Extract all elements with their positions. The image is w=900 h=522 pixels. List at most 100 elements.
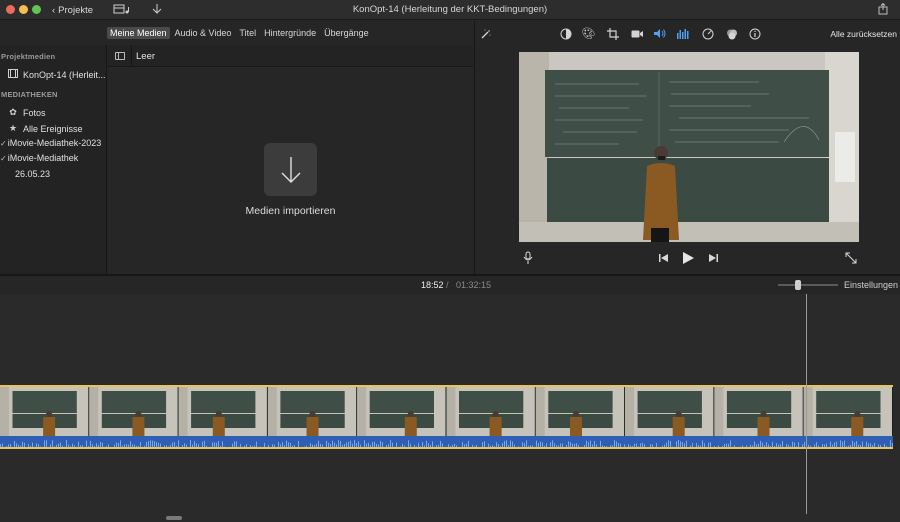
waveform-bar	[130, 441, 131, 447]
waveform-bar	[398, 446, 399, 447]
tab-backgrounds[interactable]: Hintergründe	[261, 27, 319, 39]
waveform-bar	[494, 446, 495, 447]
waveform-bar	[400, 446, 401, 447]
waveform-bar	[744, 447, 745, 449]
waveform-bar	[162, 448, 163, 449]
waveform-bar	[180, 448, 181, 449]
waveform-bar	[194, 441, 195, 447]
waveform-bar	[574, 443, 575, 447]
waveform-bar	[622, 448, 623, 449]
color-balance-icon[interactable]	[559, 27, 572, 40]
microphone-icon[interactable]	[523, 251, 533, 268]
waveform-bar	[844, 440, 845, 447]
sidebar-item-event-date[interactable]: 26.05.23	[15, 169, 50, 179]
fullscreen-icon[interactable]	[845, 252, 857, 267]
waveform-bar	[480, 446, 481, 447]
import-media-label[interactable]: Medien importieren	[108, 205, 473, 217]
skip-forward-icon[interactable]	[708, 253, 718, 266]
waveform-bar	[394, 446, 395, 447]
waveform-bar	[700, 445, 701, 447]
waveform-bar	[164, 445, 165, 447]
equalizer-icon[interactable]	[677, 27, 690, 40]
sidebar-item-library[interactable]: ✓ iMovie-Mediathek	[0, 153, 78, 163]
timeline[interactable]	[0, 294, 900, 522]
waveform-bar	[658, 447, 659, 449]
waveform-bar	[706, 446, 707, 447]
waveform-bar	[452, 444, 453, 447]
palette-icon[interactable]: 🎨︎	[582, 27, 596, 40]
waveform-bar	[440, 440, 441, 447]
waveform-bar	[608, 448, 609, 449]
waveform-bar	[192, 444, 193, 447]
reset-all-button[interactable]: Alle zurücksetzen	[830, 29, 897, 39]
waveform-bar	[818, 445, 819, 447]
waveform-bar	[488, 443, 489, 447]
camera-stabilization-icon[interactable]	[630, 27, 643, 40]
waveform-bar	[266, 447, 267, 449]
waveform-bar	[528, 445, 529, 447]
crop-icon[interactable]	[606, 27, 619, 40]
sidebar-toggle-icon[interactable]	[115, 52, 125, 60]
share-icon[interactable]	[878, 2, 888, 18]
waveform-bar	[858, 444, 859, 447]
check-icon: ✓	[0, 138, 7, 148]
timeline-zoom-slider[interactable]	[778, 280, 838, 290]
waveform-bar	[74, 445, 75, 447]
sidebar-item-label: 26.05.23	[15, 169, 51, 179]
skip-back-icon[interactable]	[659, 253, 669, 266]
waveform-bar	[190, 440, 191, 447]
waveform-bar	[810, 445, 811, 447]
waveform-bar	[872, 445, 873, 447]
clip-frame	[625, 387, 714, 436]
waveform-bar	[242, 448, 243, 449]
waveform-bar	[420, 446, 421, 447]
waveform-bar	[456, 445, 457, 447]
waveform-bar	[88, 446, 89, 447]
horizontal-scrollbar[interactable]	[166, 516, 182, 520]
waveform-bar	[538, 443, 539, 447]
sidebar-item-library-2023[interactable]: ✓ iMovie-Mediathek-2023	[0, 138, 101, 148]
waveform-bar	[366, 443, 367, 447]
tab-transitions[interactable]: Übergänge	[321, 27, 372, 39]
waveform-bar	[390, 440, 391, 447]
waveform-bar	[50, 444, 51, 447]
waveform-bar	[306, 445, 307, 447]
lecture-video-frame	[519, 52, 859, 242]
filter-icon[interactable]	[725, 27, 738, 40]
waveform-bar	[788, 444, 789, 447]
import-media-button[interactable]	[264, 143, 317, 196]
playhead[interactable]	[806, 294, 807, 514]
magic-wand-icon[interactable]	[479, 27, 492, 40]
sidebar-item-all-events[interactable]: ★ Alle Ereignisse	[8, 123, 83, 134]
waveform-bar	[32, 442, 33, 447]
waveform-bar	[838, 447, 839, 449]
waveform-bar	[482, 442, 483, 447]
waveform-bar	[44, 440, 45, 447]
waveform-bar	[354, 440, 355, 447]
waveform-bar	[516, 447, 517, 449]
waveform-bar	[476, 444, 477, 447]
waveform-bar	[258, 446, 259, 447]
sidebar-item-photos[interactable]: ✿ Fotos	[8, 107, 45, 118]
play-icon[interactable]	[682, 251, 695, 268]
volume-icon[interactable]	[653, 27, 666, 40]
zoom-slider-handle[interactable]	[795, 280, 801, 290]
waveform-bar	[660, 447, 661, 449]
waveform-bar	[152, 440, 153, 447]
waveform-bar	[590, 440, 591, 447]
video-clip[interactable]	[0, 385, 893, 449]
info-icon[interactable]	[748, 27, 761, 40]
sidebar-item-project[interactable]: KonOpt-14 (Herleit...	[8, 69, 106, 80]
waveform-bar	[856, 441, 857, 447]
waveform-bar	[736, 447, 737, 449]
timeline-settings-button[interactable]: Einstellungen	[844, 280, 898, 290]
clip-frame	[803, 387, 892, 436]
waveform-bar	[688, 448, 689, 449]
tab-my-media[interactable]: Meine Medien	[107, 27, 170, 39]
tab-audio-video[interactable]: Audio & Video	[172, 27, 235, 39]
waveform-bar	[758, 443, 759, 447]
waveform-bar	[450, 445, 451, 447]
tab-titles[interactable]: Titel	[236, 27, 259, 39]
waveform-bar	[62, 445, 63, 447]
speed-gauge-icon[interactable]	[701, 27, 714, 40]
